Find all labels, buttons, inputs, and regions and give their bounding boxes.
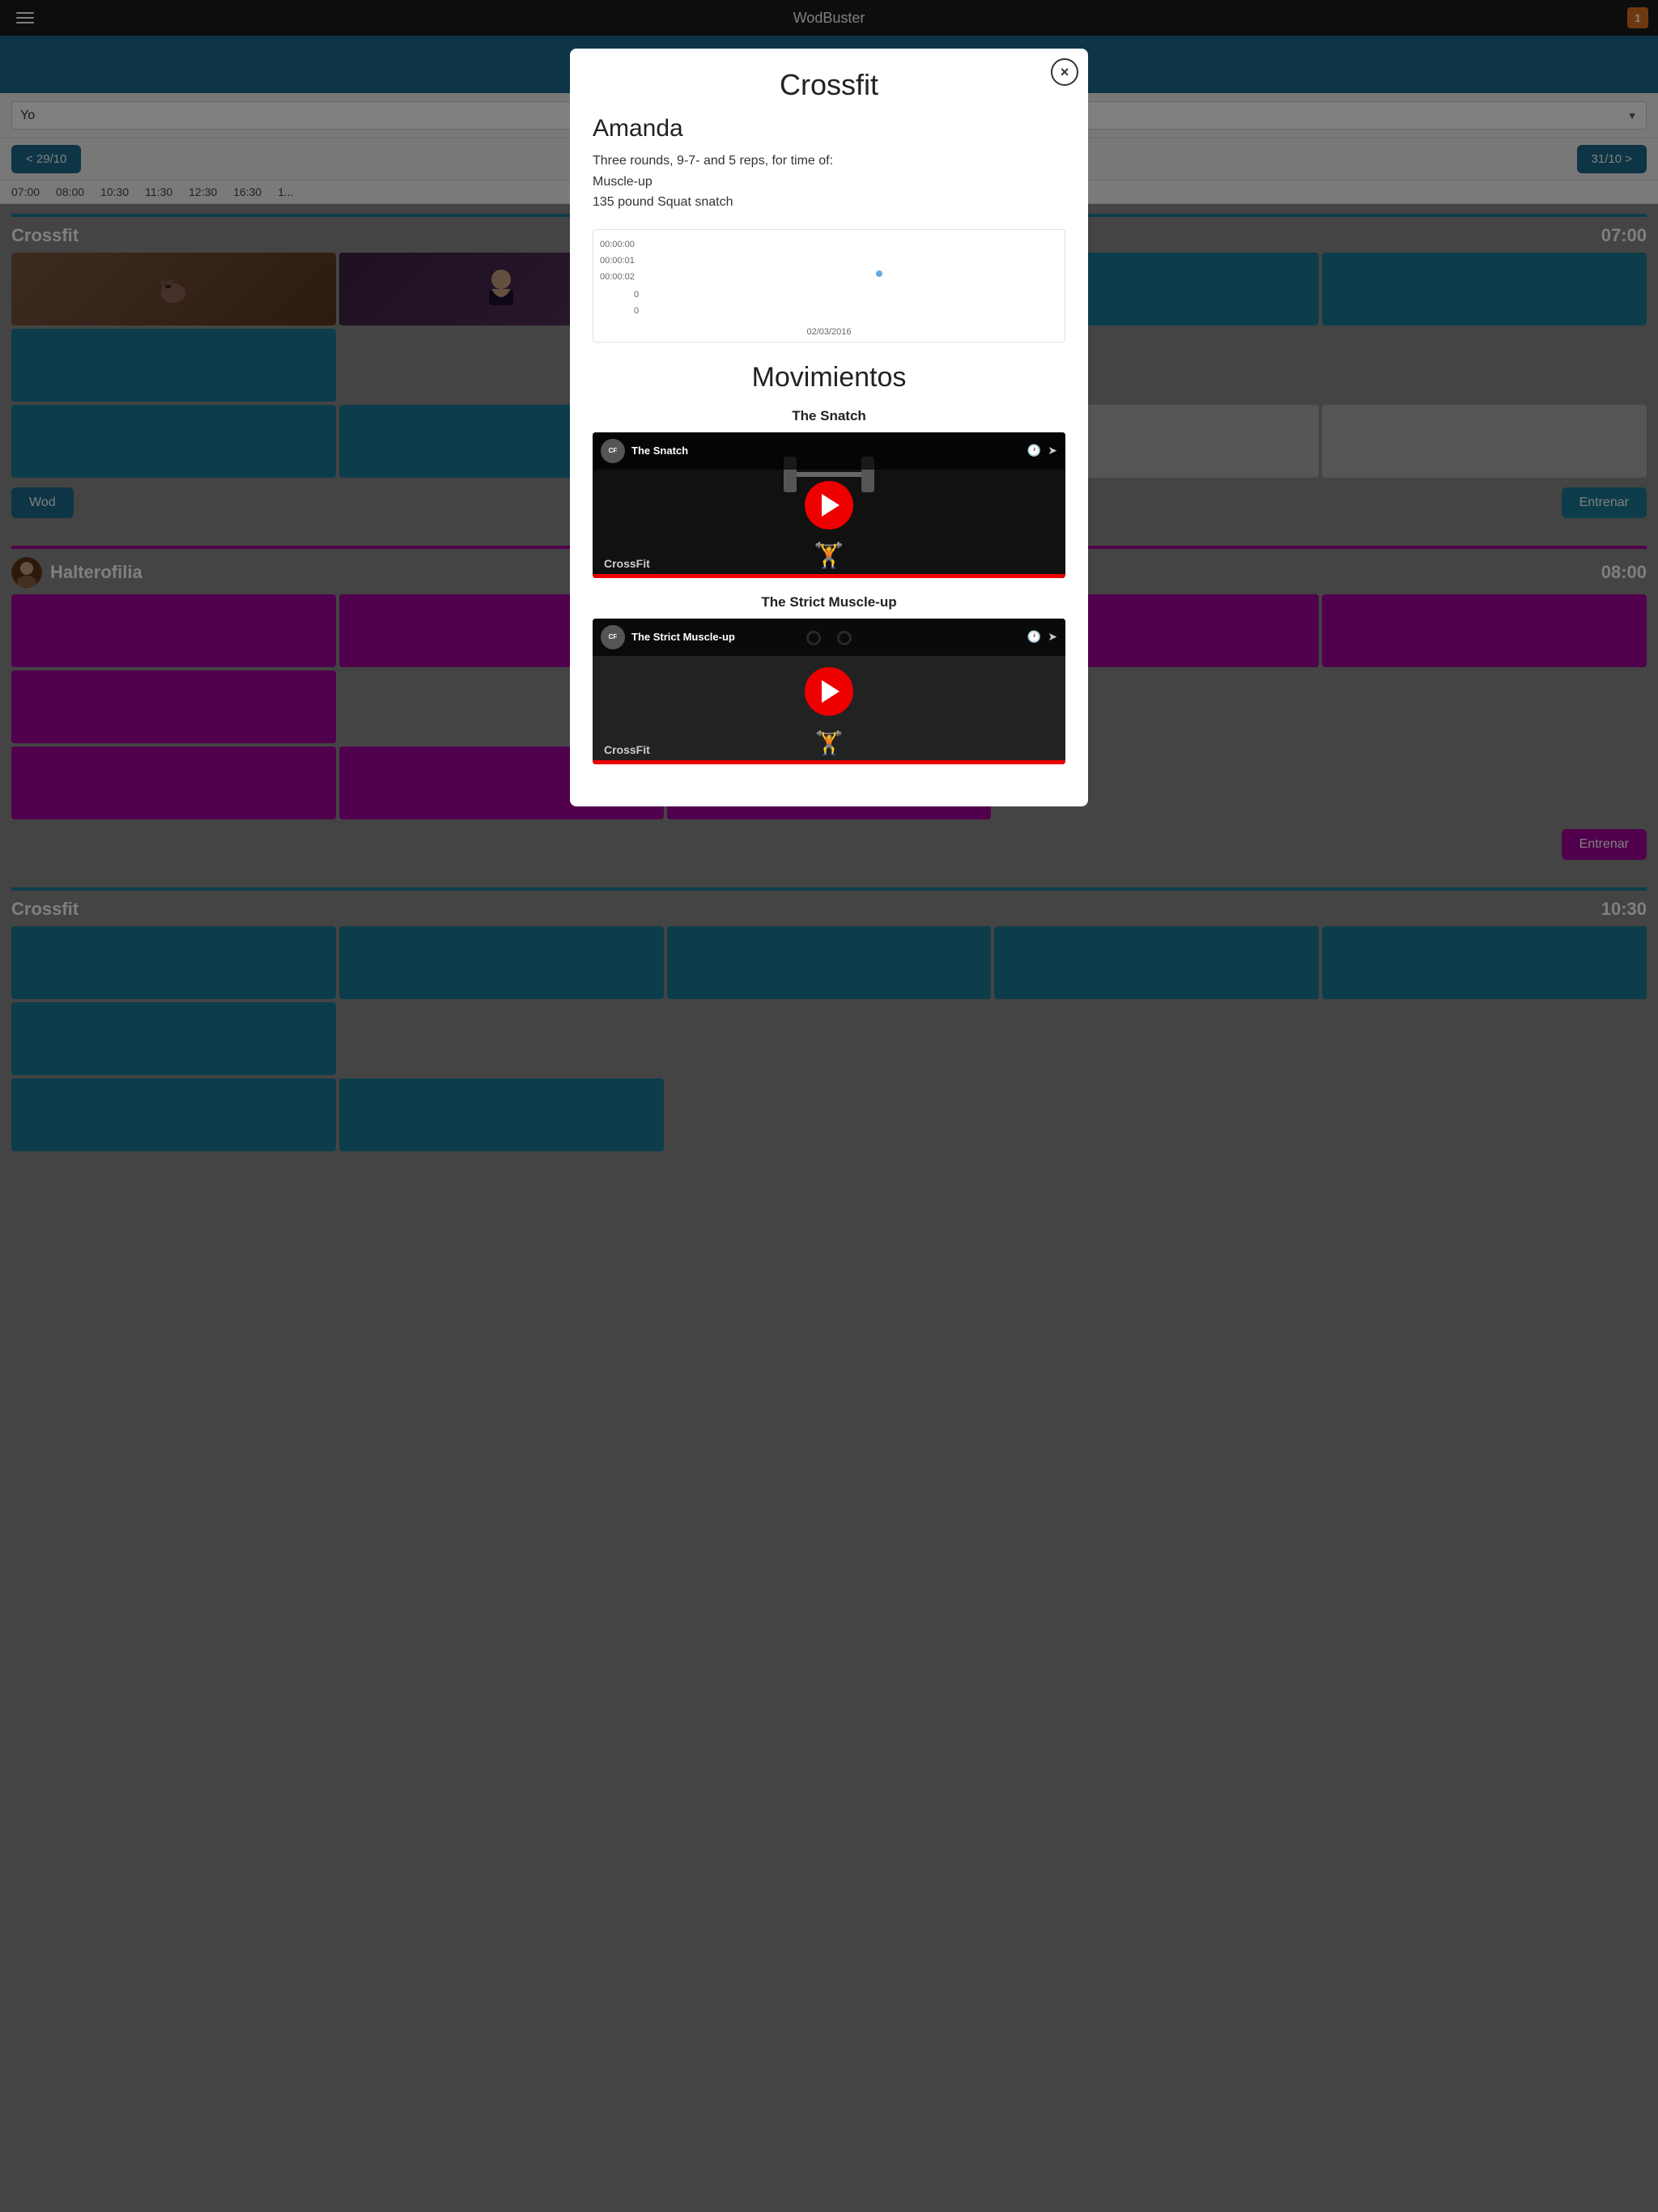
video-progress-bar-snatch: [593, 574, 1065, 578]
clock-icon: 🕐: [1027, 444, 1041, 457]
video-top-bar-snatch: CF The Snatch 🕐 ➤: [593, 432, 1065, 470]
modal-close-button[interactable]: ×: [1051, 58, 1078, 86]
video-title-muscleup: The Strict Muscle-up: [593, 594, 1065, 610]
video-progress-bar-muscleup: [593, 760, 1065, 764]
play-triangle-snatch: [822, 494, 840, 517]
chart-data-point: [876, 270, 882, 277]
video-player-snatch[interactable]: 🏋️ CF The Snatch 🕐 ➤ CrossFit: [593, 432, 1065, 578]
share-icon: ➤: [1048, 444, 1057, 457]
modal-dialog: × Crossfit Amanda Three rounds, 9-7- and…: [570, 49, 1088, 806]
video-name-snatch: The Snatch: [631, 445, 1021, 457]
chart-y-label-0: 00:00:00: [600, 240, 635, 249]
clock-icon-2: 🕐: [1027, 630, 1041, 644]
modal-class-title: Crossfit: [593, 68, 1065, 102]
share-icon-2: ➤: [1048, 630, 1057, 644]
video-title-snatch: The Snatch: [593, 408, 1065, 424]
chart-zero-1: 0: [634, 306, 639, 316]
play-button-muscleup[interactable]: [805, 667, 853, 716]
chart-zero-0: 0: [634, 290, 639, 300]
movimientos-title: Movimientos: [593, 362, 1065, 393]
modal-overlay[interactable]: × Crossfit Amanda Three rounds, 9-7- and…: [0, 0, 1658, 2212]
crossfit-label-snatch: CrossFit: [604, 557, 650, 570]
play-triangle-muscleup: [822, 680, 840, 703]
video-thumb-snatch[interactable]: 🏋️ CF The Snatch 🕐 ➤ CrossFit: [593, 432, 1065, 578]
play-button-snatch[interactable]: [805, 481, 853, 530]
athlete-icon: 🏋️: [814, 542, 844, 570]
chart-x-label: 02/03/2016: [806, 327, 851, 337]
crossfit-logo-muscleup: CF: [601, 625, 625, 649]
video-icons-snatch: 🕐 ➤: [1027, 444, 1057, 457]
athlete-muscleup-icon: 🏋️: [815, 730, 844, 756]
video-top-bar-muscleup: CF The Strict Muscle-up 🕐 ➤: [593, 619, 1065, 656]
modal-workout-name: Amanda: [593, 115, 1065, 143]
crossfit-logo-snatch: CF: [601, 439, 625, 463]
workout-chart: 00:00:00 00:00:01 00:00:02 0 0 02/03/201…: [593, 229, 1065, 342]
video-player-muscleup[interactable]: 🏋️ CF The Strict Muscle-up 🕐 ➤ CrossFit: [593, 619, 1065, 764]
crossfit-label-muscleup: CrossFit: [604, 743, 650, 756]
modal-workout-desc: Three rounds, 9-7- and 5 reps, for time …: [593, 151, 1065, 213]
video-name-muscleup: The Strict Muscle-up: [631, 631, 1021, 643]
chart-y-label-2: 00:00:02: [600, 272, 635, 282]
video-thumb-muscleup[interactable]: 🏋️ CF The Strict Muscle-up 🕐 ➤ CrossFit: [593, 619, 1065, 764]
video-icons-muscleup: 🕐 ➤: [1027, 630, 1057, 644]
chart-y-label-1: 00:00:01: [600, 256, 635, 266]
